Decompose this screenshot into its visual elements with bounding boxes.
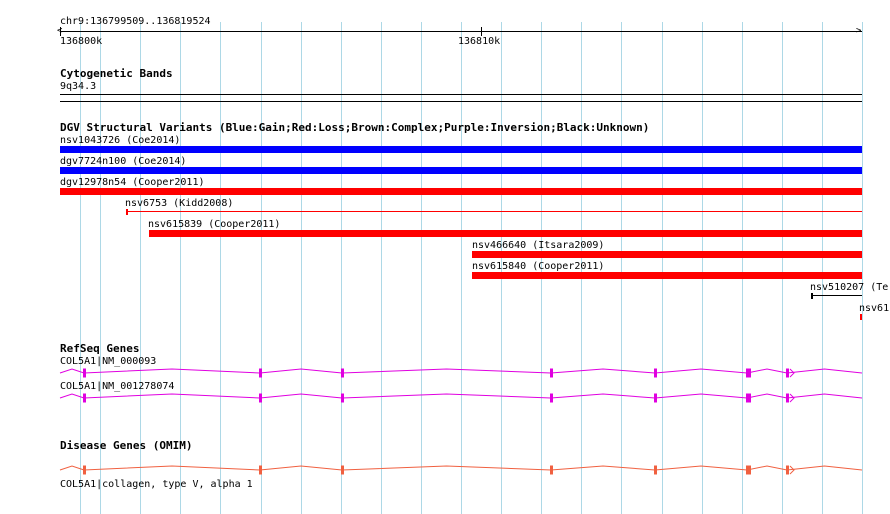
dgv-track-title[interactable]: DGV Structural Variants (Blue:Gain;Red:L… [60,122,649,134]
exon-block[interactable] [746,393,751,403]
grid-line [220,22,221,514]
omim-track-title[interactable]: Disease Genes (OMIM) [60,440,192,452]
grid-line [461,22,462,514]
exon-block[interactable] [786,393,789,403]
intron-line [59,465,863,471]
variant-bar[interactable] [472,251,862,258]
exon-block[interactable] [746,368,751,378]
variant-bar-thin[interactable] [811,295,862,296]
grid-line [822,22,823,514]
variant-bar-end[interactable] [860,314,862,320]
cytoband-line-bottom [60,101,862,102]
variant-label[interactable]: nsv61 [859,303,889,314]
gene-label[interactable]: COL5A1|collagen, type V, alpha 1 [60,479,253,490]
exon-block[interactable] [259,368,262,378]
variant-label[interactable]: nsv615840 (Cooper2011) [472,261,604,272]
exon-block[interactable] [341,393,344,403]
intron-line [59,368,863,374]
variant-label[interactable]: dgv7724n100 (Coe2014) [60,156,186,167]
grid-line [341,22,342,514]
exon-block[interactable] [83,393,86,403]
grid-line [702,22,703,514]
variant-bar[interactable] [472,272,862,279]
grid-line [301,22,302,514]
variant-bar-end [126,209,128,215]
ruler-axis [60,31,862,32]
variant-label[interactable]: nsv6753 (Kidd2008) [125,198,233,209]
exon-block[interactable] [654,393,657,403]
grid-line [381,22,382,514]
exon-block[interactable] [746,465,751,475]
ruler-right-arrow: > [856,26,862,36]
variant-bar[interactable] [60,146,862,153]
grid-line [782,22,783,514]
exon-block[interactable] [341,465,344,475]
ruler-left-arrow: < [57,26,63,36]
gene-label[interactable]: COL5A1|NM_001278074 [60,381,174,392]
exon-block[interactable] [550,465,553,475]
exon-block[interactable] [83,368,86,378]
exon-block[interactable] [259,393,262,403]
variant-label[interactable]: nsv615839 (Cooper2011) [148,219,280,230]
variant-label[interactable]: nsv466640 (Itsara2009) [472,240,604,251]
grid-line [261,22,262,514]
variant-bar[interactable] [60,188,862,195]
grid-line [662,22,663,514]
exon-block[interactable] [550,393,553,403]
grid-line [862,22,863,514]
gene-model[interactable] [0,461,890,479]
exon-block[interactable] [83,465,86,475]
variant-label[interactable]: nsv1043726 (Coe2014) [60,135,180,146]
exon-block[interactable] [786,368,789,378]
variant-bar[interactable] [149,230,862,237]
cytoband-track-title[interactable]: Cytogenetic Bands [60,68,173,80]
variant-label[interactable]: dgv12978n54 (Cooper2011) [60,177,205,188]
grid-line [421,22,422,514]
ruler-range: chr9:136799509..136819524 [60,16,211,27]
exon-block[interactable] [259,465,262,475]
grid-line [621,22,622,514]
exon-block[interactable] [786,465,789,475]
variant-label[interactable]: nsv510207 (Te [810,282,888,293]
variant-bar-thin[interactable] [126,211,862,212]
cytoband-label: 9q34.3 [60,81,97,92]
variant-bar[interactable] [60,167,862,174]
refseq-track-title[interactable]: RefSeq Genes [60,343,139,355]
intron-line [59,393,863,399]
ruler-tick-label: 136800k [60,36,103,47]
exon-block[interactable] [654,368,657,378]
ruler-tick-label: 136810k [458,36,501,47]
exon-block[interactable] [550,368,553,378]
ruler-tick-major [481,27,482,36]
exon-block[interactable] [341,368,344,378]
grid-line [742,22,743,514]
exon-block[interactable] [654,465,657,475]
cytoband-line-top [60,94,862,95]
variant-bar-end [811,293,813,299]
gene-label[interactable]: COL5A1|NM_000093 [60,356,156,367]
